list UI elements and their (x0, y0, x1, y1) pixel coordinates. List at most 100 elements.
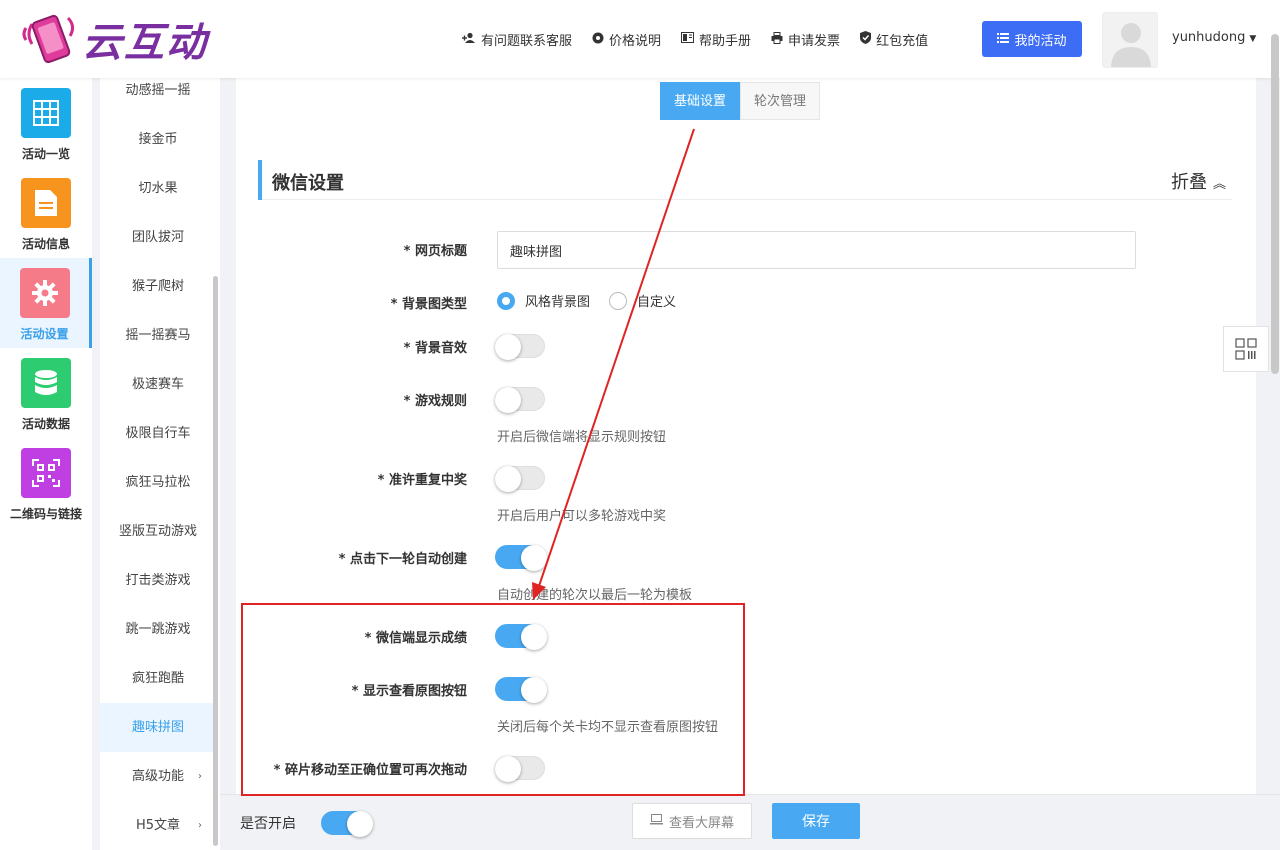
radio-dot-icon (609, 291, 627, 310)
bg-type-label: * 背景图类型 (390, 297, 467, 312)
submenu-item[interactable]: 疯狂马拉松 (100, 458, 216, 507)
document-icon (21, 178, 71, 228)
brand-logo[interactable]: 云互动 (20, 10, 208, 68)
chevron-right-icon: › (198, 771, 202, 782)
rail-item-activity-list[interactable]: 活动一览 (0, 78, 92, 168)
page-scrollbar[interactable] (1271, 34, 1279, 374)
radio-style-background[interactable]: 风格背景图 (497, 291, 590, 310)
my-activity-label: 我的活动 (1014, 33, 1067, 49)
fold-toggle[interactable]: 折叠 ︽ (1171, 168, 1226, 194)
view-big-screen-button[interactable]: 查看大屏幕 (632, 803, 752, 839)
rail-label: 活动设置 (20, 327, 69, 341)
submenu-label: H5文章 (135, 818, 181, 833)
chevron-right-icon: › (198, 820, 202, 831)
monitor-icon (649, 813, 663, 829)
section-accent-bar (258, 160, 262, 200)
floating-qrcode-button[interactable] (1223, 326, 1269, 372)
shield-check-icon (860, 31, 872, 47)
tab-basic-settings[interactable]: 基础设置 (660, 82, 741, 120)
page-title-input[interactable] (497, 231, 1136, 269)
view-big-screen-label: 查看大屏幕 (668, 815, 734, 831)
submenu-item[interactable]: 极速赛车 (100, 360, 216, 409)
submenu-item[interactable]: 打击类游戏 (100, 556, 216, 605)
submenu-scrollbar[interactable] (213, 276, 218, 846)
switch-knob (495, 334, 521, 360)
qrcode-icon (1235, 338, 1257, 360)
rail-item-activity-data[interactable]: 活动数据 (0, 348, 92, 438)
fold-label: 折叠 (1170, 172, 1207, 193)
submenu-item[interactable]: 极限自行车 (100, 409, 216, 458)
nav-contact-support[interactable]: 有问题联系客服 (462, 30, 572, 49)
username: yunhudong (1172, 30, 1246, 45)
submenu-item[interactable]: 团队拔河 (100, 213, 216, 262)
switch-knob (521, 545, 547, 571)
top-header: 云互动 有问题联系客服 价格说明 帮助手册 申请发票 红包充值 我的活动 yun… (0, 0, 1280, 78)
rail-item-activity-info[interactable]: 活动信息 (0, 168, 92, 258)
nav-label: 价格说明 (609, 33, 662, 49)
submenu-item-advanced[interactable]: 高级功能 › (100, 752, 216, 801)
phone-logo-icon (22, 14, 75, 64)
user-silhouette-icon (1111, 23, 1151, 67)
nav-label: 红包充值 (876, 33, 929, 49)
game-submenu: 动感摇一摇 接金币 切水果 团队拔河 猴子爬树 摇一摇赛马 极速赛车 极限自行车… (100, 78, 220, 850)
submenu-item[interactable]: 切水果 (100, 164, 216, 213)
rail-label: 活动信息 (21, 237, 70, 251)
auto-create-hint: 自动创建的轮次以最后一轮为模板 (497, 588, 693, 603)
printer-icon (771, 31, 783, 47)
nav-invoice[interactable]: 申请发票 (771, 30, 840, 49)
radio-label: 自定义 (637, 295, 677, 310)
submenu-item[interactable]: 接金币 (100, 115, 216, 164)
gear-icon (592, 32, 604, 47)
repeat-win-label: * 准许重复中奖 (377, 473, 467, 488)
enabled-switch[interactable] (321, 811, 373, 837)
rules-switch[interactable] (495, 387, 545, 413)
section-header: 微信设置 折叠 ︽ (258, 160, 1232, 200)
book-icon (681, 32, 695, 46)
auto-create-label: * 点击下一轮自动创建 (338, 552, 467, 567)
bg-sound-switch[interactable] (495, 334, 545, 360)
switch-knob (495, 387, 521, 413)
rail-label: 活动一览 (21, 147, 70, 161)
top-nav: 有问题联系客服 价格说明 帮助手册 申请发票 红包充值 (462, 0, 948, 78)
repeat-win-switch[interactable] (495, 466, 545, 492)
rules-hint: 开启后微信端将显示规则按钮 (497, 430, 667, 445)
double-chevron-up-icon: ︽ (1212, 177, 1226, 192)
database-icon (21, 358, 71, 408)
caret-down-icon: ▼ (1249, 34, 1257, 44)
submenu-item-h5[interactable]: H5文章 › (100, 801, 216, 850)
rail-label: 二维码与链接 (9, 507, 82, 521)
annotation-highlight-box (241, 603, 745, 796)
submenu-item[interactable]: 猴子爬树 (100, 262, 216, 311)
tab-round-management[interactable]: 轮次管理 (740, 82, 821, 120)
bottom-action-bar: 是否开启 查看大屏幕 保存 (220, 794, 1280, 850)
nav-label: 有问题联系客服 (481, 33, 573, 49)
page-title-label: * 网页标题 (403, 244, 467, 259)
rail-item-qrcode-links[interactable]: 二维码与链接 (0, 438, 92, 528)
bg-sound-label: * 背景音效 (403, 341, 467, 356)
nav-recharge[interactable]: 红包充值 (860, 30, 928, 49)
left-rail: 活动一览 活动信息 活动设置 活动数据 二维码与链接 (0, 78, 92, 850)
save-button[interactable]: 保存 (772, 803, 860, 839)
submenu-item[interactable]: 动感摇一摇 (100, 78, 216, 115)
submenu-item[interactable]: 疯狂跑酷 (100, 654, 216, 703)
rail-item-activity-settings[interactable]: 活动设置 (0, 258, 92, 348)
auto-create-switch[interactable] (495, 545, 547, 571)
submenu-item[interactable]: 跳一跳游戏 (100, 605, 216, 654)
tab-bar: 基础设置 轮次管理 (660, 82, 821, 120)
submenu-item[interactable]: 竖版互动游戏 (100, 507, 216, 556)
submenu-item[interactable]: 摇一摇赛马 (100, 311, 216, 360)
nav-help-manual[interactable]: 帮助手册 (681, 30, 751, 49)
qrcode-icon (21, 448, 71, 498)
submenu-item-active[interactable]: 趣味拼图 (100, 703, 216, 752)
rules-label: * 游戏规则 (403, 394, 467, 409)
nav-pricing[interactable]: 价格说明 (592, 30, 661, 49)
submenu-label: 高级功能 (131, 769, 184, 784)
radio-custom-background[interactable]: 自定义 (609, 291, 676, 310)
nav-label: 帮助手册 (699, 33, 752, 49)
user-menu[interactable]: yunhudong ▼ (1172, 30, 1256, 45)
radio-dot-icon (497, 291, 515, 310)
repeat-win-hint: 开启后用户可以多轮游戏中奖 (497, 509, 667, 524)
rail-label: 活动数据 (21, 417, 70, 431)
avatar[interactable] (1102, 12, 1158, 68)
my-activity-button[interactable]: 我的活动 (982, 21, 1082, 57)
